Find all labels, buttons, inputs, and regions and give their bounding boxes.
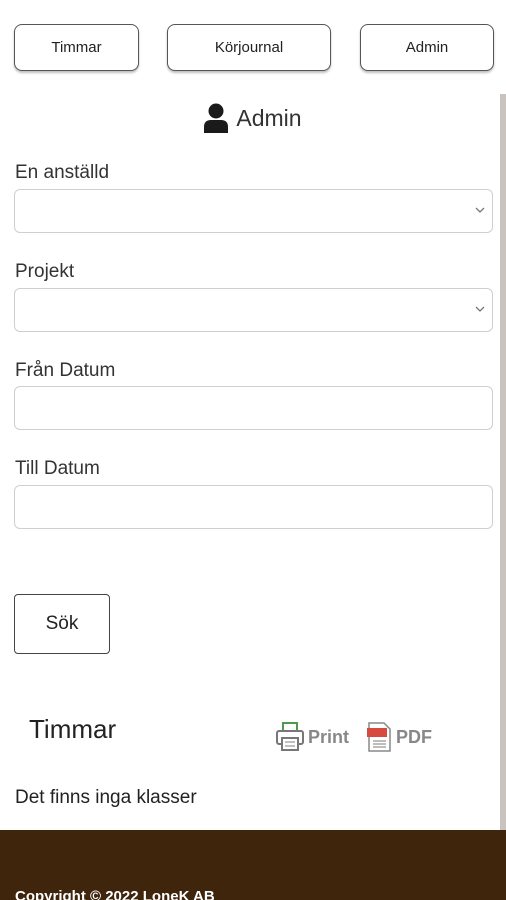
nav-korjournal-button[interactable]: Körjournal [167, 24, 331, 71]
from-date-input[interactable] [14, 386, 493, 430]
pdf-icon [367, 722, 391, 752]
print-button[interactable]: Print [276, 722, 349, 752]
employee-select[interactable] [14, 189, 493, 233]
footer-copyright: Copyright © 2022 LoneK AB [15, 888, 215, 900]
chevron-down-icon [475, 306, 485, 312]
results-title: Timmar [29, 714, 117, 744]
footer: Copyright © 2022 LoneK AB [0, 830, 506, 900]
search-button[interactable]: Sök [14, 594, 110, 654]
print-label: Print [308, 726, 350, 747]
user-icon [204, 103, 229, 133]
top-nav: Timmar Körjournal Admin [0, 0, 506, 94]
employee-label: En anställd [15, 162, 110, 183]
project-select[interactable] [14, 288, 493, 332]
page-title: Admin [236, 104, 302, 131]
from-date-label: Från Datum [15, 360, 116, 381]
empty-message: Det finns inga klasser [15, 787, 197, 808]
printer-icon [276, 722, 304, 751]
nav-admin-button[interactable]: Admin [360, 24, 494, 71]
nav-timmar-button[interactable]: Timmar [14, 24, 139, 71]
pdf-button[interactable]: PDF [366, 722, 432, 752]
to-date-label: Till Datum [15, 458, 100, 479]
project-label: Projekt [15, 261, 75, 282]
page-header: Admin [0, 100, 506, 136]
scrollbar[interactable] [500, 94, 506, 830]
chevron-down-icon [475, 207, 485, 213]
to-date-input[interactable] [14, 485, 493, 529]
pdf-label: PDF [396, 726, 432, 747]
